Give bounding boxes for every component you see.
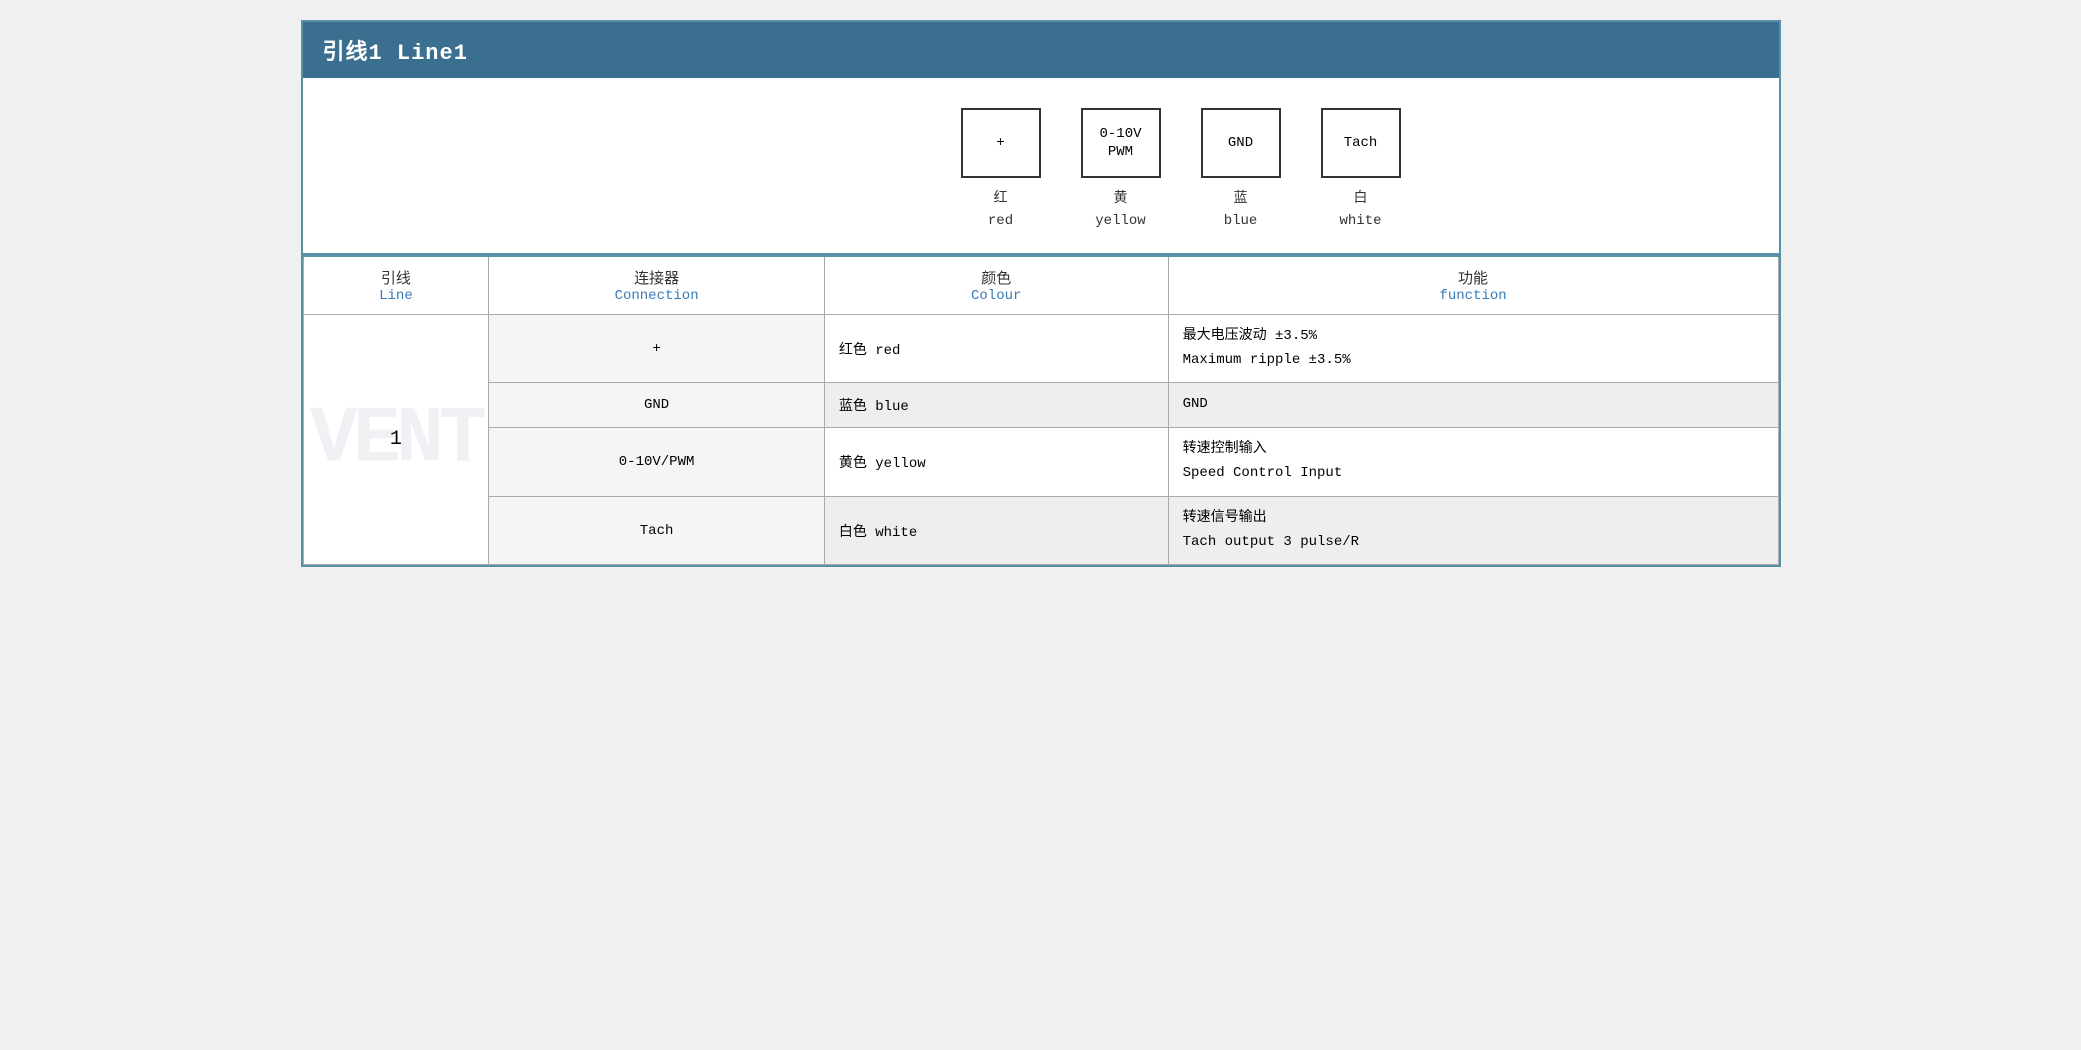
connector-tach: Tach	[489, 496, 824, 565]
colour-blue: 蓝色 blue	[824, 383, 1168, 428]
function-gnd: GND	[1168, 383, 1778, 428]
header-connection: 连接器 Connection	[489, 256, 824, 315]
diagram-inner: + 0-10VPWM GND Tach 红 red 黄 yellow 蓝 blu…	[961, 108, 1401, 233]
connector-labels: 红 red 黄 yellow 蓝 blue 白 white	[961, 188, 1401, 233]
colour-yellow: 黄色 yellow	[824, 428, 1168, 497]
colour-red: 红色 red	[824, 314, 1168, 383]
connector-box-plus: +	[961, 108, 1041, 178]
label-white: 白 white	[1321, 188, 1401, 233]
label-yellow-zh: 黄	[1114, 191, 1128, 207]
title-bar: 引线1 Line1	[303, 22, 1779, 78]
table-row: 0-10V/PWM 黄色 yellow 转速控制输入Speed Control …	[303, 428, 1778, 497]
table-row: GND 蓝色 blue GND	[303, 383, 1778, 428]
title-text: 引线1 Line1	[323, 41, 468, 66]
connector-box-pwm: 0-10VPWM	[1081, 108, 1161, 178]
label-red-en: red	[988, 213, 1013, 229]
function-tach-output: 转速信号输出Tach output 3 pulse/R	[1168, 496, 1778, 565]
line-number-cell: 1 VENT	[303, 314, 489, 565]
colour-white: 白色 white	[824, 496, 1168, 565]
header-function: 功能 function	[1168, 256, 1778, 315]
label-red-zh: 红	[994, 191, 1008, 207]
label-yellow-en: yellow	[1095, 213, 1145, 229]
label-yellow: 黄 yellow	[1081, 188, 1161, 233]
connector-box-tach: Tach	[1321, 108, 1401, 178]
function-ripple: 最大电压波动 ±3.5%Maximum ripple ±3.5%	[1168, 314, 1778, 383]
label-blue: 蓝 blue	[1201, 188, 1281, 233]
label-white-en: white	[1339, 213, 1381, 229]
header-colour: 颜色 Colour	[824, 256, 1168, 315]
table-row: 1 VENT + 红色 red 最大电压波动 ±3.5%Maximum ripp…	[303, 314, 1778, 383]
connector-boxes: + 0-10VPWM GND Tach	[961, 108, 1401, 178]
table-row: Tach 白色 white 转速信号输出Tach output 3 pulse/…	[303, 496, 1778, 565]
label-blue-en: blue	[1224, 213, 1258, 229]
connector-plus: +	[489, 314, 824, 383]
label-blue-zh: 蓝	[1234, 191, 1248, 207]
line-number: 1	[390, 428, 402, 451]
connector-box-gnd: GND	[1201, 108, 1281, 178]
table-header-row: 引线 Line 连接器 Connection 颜色 Colour 功能 func…	[303, 256, 1778, 315]
main-table: 引线 Line 连接器 Connection 颜色 Colour 功能 func…	[303, 255, 1779, 566]
connector-gnd: GND	[489, 383, 824, 428]
connector-pwm: 0-10V/PWM	[489, 428, 824, 497]
function-speed-control: 转速控制输入Speed Control Input	[1168, 428, 1778, 497]
label-white-zh: 白	[1354, 191, 1368, 207]
label-red: 红 red	[961, 188, 1041, 233]
diagram-section: + 0-10VPWM GND Tach 红 red 黄 yellow 蓝 blu…	[303, 78, 1779, 255]
header-line: 引线 Line	[303, 256, 489, 315]
main-container: 引线1 Line1 + 0-10VPWM GND Tach 红 red 黄 ye…	[301, 20, 1781, 567]
